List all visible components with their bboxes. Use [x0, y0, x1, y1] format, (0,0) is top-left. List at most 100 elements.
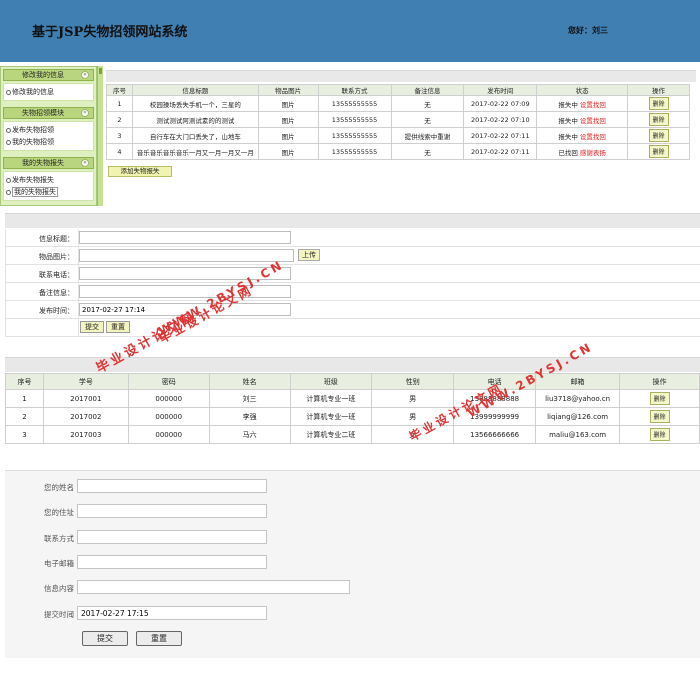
form-row: 电子邮箱： — [0, 554, 695, 570]
column-header: 学号 — [42, 373, 129, 390]
field-label: 您的住址 — [44, 508, 74, 517]
sidebar-section-lost[interactable]: 我的失物报失 « — [3, 157, 94, 169]
set-found-link[interactable]: 设置找回 — [580, 101, 606, 109]
form-row: 联系电话： — [5, 265, 700, 283]
field-label: 您的姓名 — [44, 483, 74, 492]
table-row: 1 2017001 000000 刘三 计算机专业一班 男 1388888888… — [5, 389, 700, 408]
delete-button[interactable]: 删除 — [648, 97, 669, 110]
delete-button[interactable]: 删除 — [648, 129, 669, 142]
user-greeting: 您好：刘三 — [568, 26, 608, 35]
field-label: 物品图片： — [39, 253, 74, 261]
form-row: 提交 重置 — [5, 319, 700, 337]
status-badge: 报失中 — [558, 116, 578, 125]
upload-button[interactable]: 上传 — [298, 249, 320, 261]
lost-items-table: 序号 信息标题 物品图片 联系方式 备注信息 发布时间 状态 操作 1 校园操场… — [106, 84, 690, 160]
set-found-link[interactable]: 设置找回 — [580, 133, 606, 141]
message-submit-button[interactable]: 提交 — [82, 631, 128, 646]
sidebar: 修改我的信息 « 修改我的信息 失物招领模块 « 发布失物招领 我的失物招领 我… — [0, 66, 97, 206]
table-row: 2 2017002 000000 李强 计算机专业一班 男 1399999999… — [5, 407, 700, 426]
submit-button[interactable]: 提交 — [80, 321, 104, 333]
collapse-icon[interactable]: « — [81, 109, 89, 117]
phone-input[interactable] — [79, 267, 291, 280]
image-link[interactable]: 图片 — [257, 95, 319, 112]
form-header-bar — [5, 213, 700, 228]
form-row: 发布时间： — [5, 301, 700, 319]
app-header: 基于JSP失物招领网站系统 您好：刘三 — [0, 0, 700, 62]
form-row: 备注信息： — [5, 283, 700, 301]
status-badge: 已找回 — [558, 148, 578, 157]
delete-button[interactable]: 删除 — [649, 410, 670, 423]
table-row: 2 测试测试阿测试素的的测试 图片 13555555555 无 2017-02-… — [106, 111, 690, 128]
column-header: 电话 — [453, 373, 537, 390]
sidebar-item-my-lost[interactable]: 我的失物报失 — [4, 186, 93, 198]
field-label: 提交时间 — [44, 610, 74, 619]
sidebar-section-profile[interactable]: 修改我的信息 « — [3, 69, 94, 81]
status-badge: 报失中 — [558, 100, 578, 109]
field-label: 发布时间： — [39, 307, 74, 315]
form-row: 信息内容： — [0, 579, 695, 595]
collapse-icon[interactable]: « — [81, 71, 89, 79]
table-row: 3 自行车在大门口丢失了，山地车 图片 13555555555 提供线索中重谢 … — [106, 127, 690, 144]
splitter-handle-icon[interactable] — [99, 68, 102, 74]
field-label: 备注信息： — [39, 289, 74, 297]
sidebar-section-found[interactable]: 失物招领模块 « — [3, 107, 94, 119]
sidebar-item-publish-lost[interactable]: 发布失物报失 — [4, 174, 93, 186]
table-toolbar — [106, 70, 696, 82]
status-badge: 报失中 — [558, 132, 578, 141]
form-row: 信息标题： — [5, 229, 700, 247]
thank-link[interactable]: 感谢表扬 — [580, 149, 606, 157]
sidebar-item-publish-found[interactable]: 发布失物招领 — [4, 124, 93, 136]
table-row: 4 音乐音乐音乐音乐一月又一月一月又一月 图片 13555555555 无 20… — [106, 143, 690, 160]
column-header: 操作 — [619, 373, 700, 390]
site-title: 基于JSP失物招领网站系统 — [32, 25, 188, 40]
table-row: 3 2017003 000000 马六 计算机专业二班 女 1356666666… — [5, 425, 700, 444]
column-header: 信息标题 — [131, 84, 259, 96]
field-label: 联系电话： — [39, 271, 74, 279]
column-header: 姓名 — [208, 373, 291, 390]
delete-button[interactable]: 删除 — [649, 392, 670, 405]
column-header: 备注信息 — [390, 84, 465, 96]
add-lost-item-button[interactable]: 添加失物报失 — [108, 166, 172, 177]
reset-button[interactable]: 重置 — [106, 321, 130, 333]
publish-form: 信息标题： 物品图片： 上传 联系电话： 备注信息： 发布时间： 提交 重置 — [5, 229, 700, 337]
users-table: 序号 学号 密码 姓名 班级 性别 电话 邮箱 操作 1 2017001 000… — [5, 373, 700, 444]
title-input[interactable] — [79, 231, 291, 244]
field-label: 电子邮箱 — [44, 559, 74, 568]
address-input[interactable] — [77, 504, 267, 518]
sidebar-item-my-found[interactable]: 我的失物招领 — [4, 136, 93, 148]
image-link[interactable]: 图片 — [257, 111, 319, 128]
submit-time-input[interactable] — [77, 606, 267, 620]
column-header: 序号 — [106, 84, 133, 96]
column-header: 发布时间 — [463, 84, 538, 96]
name-input[interactable] — [77, 479, 267, 493]
note-input[interactable] — [79, 285, 291, 298]
image-link[interactable]: 图片 — [257, 143, 319, 160]
column-header: 邮箱 — [535, 373, 621, 390]
delete-button[interactable]: 删除 — [648, 113, 669, 126]
column-header: 操作 — [627, 84, 690, 96]
column-header: 序号 — [5, 373, 44, 390]
image-input[interactable] — [79, 249, 294, 262]
sidebar-splitter[interactable] — [97, 66, 103, 206]
field-label: 信息内容 — [44, 584, 74, 593]
table-header-bar — [5, 357, 700, 372]
set-found-link[interactable]: 设置找回 — [580, 117, 606, 125]
form-row: 您的姓名： — [0, 478, 695, 494]
field-label: 联系方式 — [44, 534, 74, 543]
image-link[interactable]: 图片 — [257, 127, 319, 144]
column-header: 密码 — [127, 373, 210, 390]
email-input[interactable] — [77, 555, 267, 569]
column-header: 性别 — [371, 373, 455, 390]
collapse-icon[interactable]: « — [81, 159, 89, 167]
column-header: 状态 — [536, 84, 629, 96]
content-input[interactable] — [77, 580, 350, 594]
form-row: 物品图片： 上传 — [5, 247, 700, 265]
message-reset-button[interactable]: 重置 — [136, 631, 182, 646]
delete-button[interactable]: 删除 — [648, 145, 669, 158]
delete-button[interactable]: 删除 — [649, 428, 670, 441]
sidebar-item-edit-profile[interactable]: 修改我的信息 — [4, 86, 93, 98]
field-label: 信息标题： — [39, 235, 74, 243]
contact-input[interactable] — [77, 530, 267, 544]
publish-time-input[interactable] — [79, 303, 291, 316]
table-row: 1 校园操场丢失手机一个，三星的 图片 13555555555 无 2017-0… — [106, 95, 690, 112]
